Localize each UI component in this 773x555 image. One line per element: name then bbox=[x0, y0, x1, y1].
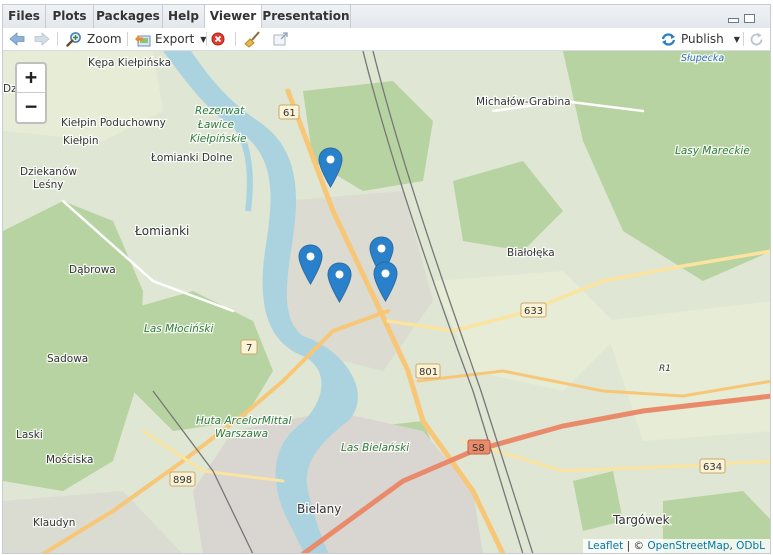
zoom-button[interactable]: Zoom bbox=[66, 28, 122, 50]
nature-label: Warszawa bbox=[215, 428, 268, 440]
stop-icon[interactable] bbox=[211, 28, 225, 50]
place-label: Białołęka bbox=[507, 247, 555, 259]
map-marker[interactable] bbox=[327, 262, 352, 303]
place-label: Sadowa bbox=[47, 353, 88, 365]
svg-text:61: 61 bbox=[283, 108, 296, 119]
place-label: Kępa Kiełpińska bbox=[88, 57, 171, 69]
nature-label: Huta ArcelorMittal bbox=[196, 415, 291, 427]
pane-tab-bar: Files Plots Packages Help Viewer Present… bbox=[2, 4, 771, 30]
osm-link[interactable]: OpenStreetMap bbox=[647, 540, 729, 552]
leaflet-link[interactable]: Leaflet bbox=[588, 540, 624, 552]
zoom-in-button[interactable]: + bbox=[17, 64, 45, 93]
export-button[interactable]: Export ▼ bbox=[134, 28, 206, 50]
place-label: Dziekanów bbox=[20, 166, 77, 178]
publish-button[interactable]: Publish ▼ bbox=[660, 28, 740, 50]
minimize-pane-icon[interactable] bbox=[728, 18, 739, 23]
maximize-pane-icon[interactable] bbox=[744, 14, 755, 23]
road-shield: 61 bbox=[278, 104, 300, 120]
nature-label: Ławice bbox=[197, 119, 234, 131]
place-label: Michałów-Grabina bbox=[476, 96, 571, 108]
place-label: Dąbrowa bbox=[69, 264, 116, 276]
odbl-link[interactable]: ODbL bbox=[736, 540, 765, 552]
zoom-control: + − bbox=[15, 62, 47, 124]
place-label: Leśny bbox=[33, 179, 63, 191]
svg-text:801: 801 bbox=[419, 367, 438, 378]
place-label: Kiełpin Poduchowny bbox=[61, 117, 166, 129]
nature-label: Las Bielański bbox=[341, 442, 409, 454]
road-shield: R1 bbox=[659, 364, 671, 374]
road-shield: 801 bbox=[415, 363, 441, 379]
place-label: Bielany bbox=[297, 502, 341, 516]
road-shield: 898 bbox=[169, 471, 196, 487]
place-label: Laski bbox=[16, 429, 43, 441]
map-marker[interactable] bbox=[298, 244, 323, 285]
place-label: Łomianki Dolne bbox=[150, 152, 232, 164]
export-icon bbox=[135, 34, 151, 46]
place-label: Kiełpin bbox=[63, 135, 98, 147]
road-shield: S8 bbox=[467, 439, 491, 455]
broom-icon[interactable] bbox=[244, 28, 261, 50]
place-label: Targówek bbox=[612, 513, 670, 527]
map-attribution: Leaflet | © OpenStreetMap, ODbL bbox=[582, 539, 770, 553]
viewer-toolbar: Zoom Export ▼ Publish ▼ bbox=[2, 28, 771, 51]
tab-plots[interactable]: Plots bbox=[46, 5, 94, 29]
svg-text:633: 633 bbox=[524, 306, 543, 317]
nature-label: Las Młociński bbox=[144, 323, 213, 335]
map-marker[interactable] bbox=[373, 261, 398, 302]
road-shield: 634 bbox=[699, 458, 726, 474]
nature-label: Kiełpińskie bbox=[190, 133, 246, 145]
svg-text:7: 7 bbox=[246, 343, 252, 354]
publish-label: Publish bbox=[681, 32, 724, 46]
tab-viewer[interactable]: Viewer bbox=[205, 5, 262, 30]
refresh-icon[interactable] bbox=[749, 28, 764, 50]
road-shield: 7 bbox=[240, 339, 258, 355]
export-label: Export bbox=[155, 32, 195, 46]
road-shield: 633 bbox=[520, 302, 547, 318]
place-label: Mościska bbox=[46, 454, 93, 466]
popout-icon[interactable] bbox=[273, 28, 289, 50]
tab-help[interactable]: Help bbox=[163, 5, 205, 29]
zoom-icon bbox=[66, 32, 81, 47]
zoom-label: Zoom bbox=[87, 32, 122, 46]
leaflet-map[interactable]: Kępa Kiełpińska Dzi Kiełpin Poduchowny K… bbox=[2, 51, 771, 554]
tab-packages[interactable]: Packages bbox=[94, 5, 163, 29]
tab-files[interactable]: Files bbox=[3, 5, 46, 29]
svg-text:898: 898 bbox=[173, 475, 192, 486]
attribution-separator: | © bbox=[623, 540, 648, 552]
svg-text:S8: S8 bbox=[472, 443, 485, 454]
nature-label: Rezerwat bbox=[195, 105, 245, 117]
map-tiles[interactable]: Kępa Kiełpińska Dzi Kiełpin Poduchowny K… bbox=[3, 51, 771, 554]
forward-arrow-icon[interactable] bbox=[34, 28, 50, 50]
place-label: Klaudyn bbox=[33, 517, 75, 529]
place-label: Łomianki bbox=[134, 224, 189, 238]
map-marker[interactable] bbox=[318, 147, 343, 188]
back-arrow-icon[interactable] bbox=[9, 28, 25, 50]
nature-label: Lasy Mareckie bbox=[675, 145, 750, 157]
publish-icon bbox=[661, 32, 676, 46]
chevron-down-icon: ▼ bbox=[733, 34, 740, 44]
zoom-out-button[interactable]: − bbox=[17, 93, 45, 122]
svg-text:634: 634 bbox=[703, 462, 722, 473]
tab-presentation[interactable]: Presentation bbox=[262, 5, 351, 29]
nature-label: Słupecka bbox=[681, 53, 724, 64]
